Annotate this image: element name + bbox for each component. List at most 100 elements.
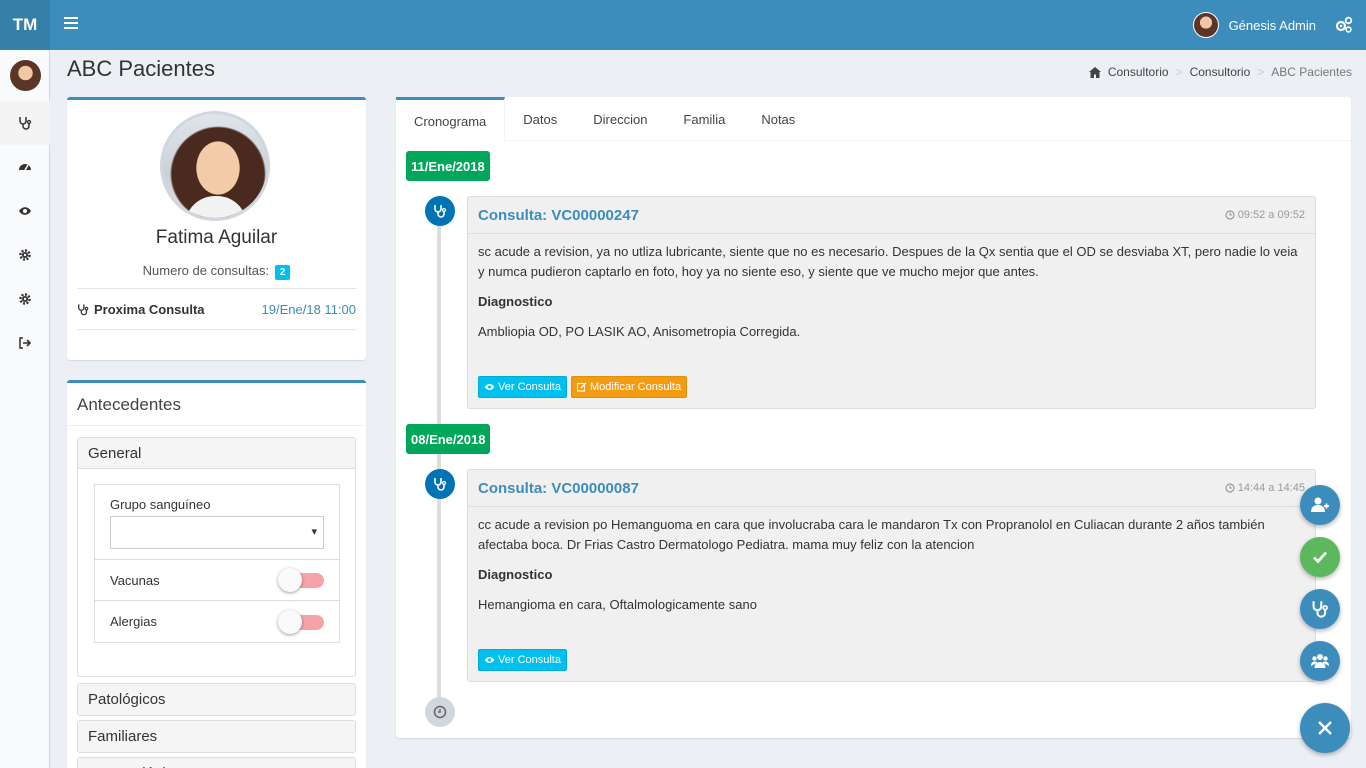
timeline-item-header: Consulta: VC00000247 09:52 a 09:52	[468, 197, 1315, 234]
eye-icon	[484, 657, 495, 663]
consult-notes: cc acude a revision po Hemanguoma en car…	[478, 517, 1265, 552]
sidebar-item-settings-2[interactable]	[0, 277, 50, 321]
app-logo[interactable]: TM	[0, 0, 50, 50]
page-title: ABC Pacientes	[67, 56, 215, 81]
diagnostico-text: Ambliopia OD, PO LASIK AO, Anisometropia…	[478, 324, 801, 339]
consult-count-badge: 2	[274, 265, 291, 280]
timeline-date-label: 11/Ene/2018	[406, 151, 490, 181]
timeline-item-header: Consulta: VC00000087 14:44 a 14:45	[468, 470, 1315, 507]
diagnostico-label: Diagnostico	[478, 567, 553, 582]
gear-icon	[19, 293, 31, 305]
new-consult-button[interactable]	[1300, 589, 1340, 629]
eye-icon	[19, 207, 31, 215]
top-header: TM Génesis Admin	[0, 0, 1366, 50]
vacunas-toggle[interactable]	[278, 568, 324, 592]
left-sidebar	[0, 50, 50, 768]
timeline-box: Cronograma Datos Direccion Familia Notas…	[396, 97, 1351, 738]
close-menu-button[interactable]	[1300, 703, 1350, 753]
tab-datos[interactable]: Datos	[505, 97, 575, 141]
blood-group-select[interactable]	[110, 516, 324, 549]
blood-group-label: Grupo sanguíneo	[110, 497, 211, 512]
consult-title[interactable]: Consulta: VC00000247	[478, 207, 639, 224]
check-icon	[1313, 551, 1328, 564]
breadcrumb: Consultorio > Consultorio > ABC Paciente…	[1088, 65, 1352, 79]
gears-icon[interactable]	[1334, 15, 1354, 35]
consult-count-row: Numero de consultas: 2	[67, 263, 366, 280]
timeline-stethoscope-icon	[425, 469, 455, 499]
eye-icon	[484, 384, 495, 390]
add-user-icon	[1311, 497, 1329, 512]
menu-toggle-icon[interactable]	[64, 17, 78, 29]
ver-consulta-button[interactable]: Ver Consulta	[478, 376, 567, 398]
sidebar-item-dashboard[interactable]	[0, 145, 50, 189]
general-fields: Grupo sanguíneo Vacunas Alergias	[94, 484, 340, 643]
alergias-label: Alergias	[110, 614, 157, 629]
panel-familiares-header[interactable]: Familiares	[78, 721, 355, 752]
antecedentes-title: Antecedentes	[77, 395, 181, 414]
vacunas-label: Vacunas	[110, 572, 160, 588]
tab-bar: Cronograma Datos Direccion Familia Notas	[396, 97, 1351, 142]
timeline-stethoscope-icon	[425, 196, 455, 226]
timeline-item: Consulta: VC00000087 14:44 a 14:45 cc ac…	[467, 469, 1316, 682]
sidebar-item-settings-1[interactable]	[0, 233, 50, 277]
tab-familia[interactable]: Familia	[665, 97, 743, 141]
alergias-toggle[interactable]	[278, 609, 324, 634]
breadcrumb-separator: >	[1175, 65, 1183, 79]
stethoscope-icon	[78, 303, 89, 315]
edit-icon	[576, 382, 587, 392]
next-consult-value[interactable]: 19/Ene/18 11:00	[262, 302, 356, 317]
consult-time: 14:44 a 14:45	[1225, 482, 1305, 494]
timeline-item-footer: Ver Consulta	[478, 649, 567, 671]
timeline-item-body: sc acude a revision, ya no utliza lubric…	[468, 234, 1315, 342]
breadcrumb-current: ABC Pacientes	[1271, 65, 1352, 79]
timeline-item-footer: Ver Consulta Modificar Consulta	[478, 376, 688, 398]
panel-familiares: Familiares	[77, 720, 356, 753]
ver-consulta-button[interactable]: Ver Consulta	[478, 649, 567, 671]
user-menu[interactable]: Génesis Admin	[1192, 0, 1316, 50]
panel-general: General Grupo sanguíneo Vacunas Alergias	[77, 437, 356, 677]
tab-notas[interactable]: Notas	[743, 97, 813, 141]
modificar-consulta-button[interactable]: Modificar Consulta	[570, 376, 688, 398]
gear-icon	[19, 249, 31, 261]
sign-out-icon	[19, 337, 32, 349]
tab-cronograma[interactable]: Cronograma	[396, 97, 506, 142]
users-icon	[1311, 654, 1329, 668]
clock-icon	[433, 705, 447, 719]
clock-icon	[1225, 483, 1235, 493]
consult-time-text: 09:52 a 09:52	[1237, 209, 1305, 221]
user-avatar	[1192, 12, 1219, 38]
consult-time: 09:52 a 09:52	[1225, 209, 1305, 221]
consult-title[interactable]: Consulta: VC00000087	[478, 480, 639, 497]
timeline-end-clock-icon	[425, 697, 455, 727]
confirm-button[interactable]	[1300, 537, 1340, 577]
breadcrumb-item[interactable]: Consultorio	[1190, 65, 1251, 79]
antecedentes-box: Antecedentes General Grupo sanguíneo Vac…	[67, 380, 366, 768]
panel-no-patologicos: No Patológicos	[77, 757, 356, 768]
panel-no-patologicos-header[interactable]: No Patológicos	[78, 758, 355, 768]
stethoscope-icon	[434, 205, 447, 218]
stethoscope-icon	[1312, 601, 1328, 618]
profile-box: Fatima Aguilar Numero de consultas: 2 Pr…	[67, 97, 366, 360]
sidebar-item-logout[interactable]	[0, 321, 50, 365]
user-name: Génesis Admin	[1228, 17, 1316, 33]
sidebar-item-view[interactable]	[0, 189, 50, 233]
panel-patologicos-header[interactable]: Patológicos	[78, 684, 355, 715]
blood-group-field: Grupo sanguíneo	[95, 485, 339, 560]
panel-general-header[interactable]: General	[78, 438, 355, 469]
patient-photo	[160, 111, 270, 221]
add-patient-button[interactable]	[1300, 485, 1340, 525]
modificar-consulta-label: Modificar Consulta	[589, 381, 682, 393]
close-icon	[1318, 721, 1332, 735]
patients-list-button[interactable]	[1300, 641, 1340, 681]
next-consult-row: Proxima Consulta 19/Ene/18 11:00	[77, 288, 356, 330]
tab-direccion[interactable]: Direccion	[575, 97, 665, 141]
timeline-date-label: 08/Ene/2018	[406, 424, 491, 454]
sidebar-item-consultorio[interactable]	[0, 101, 50, 145]
diagnostico-text: Hemangioma en cara, Oftalmologicamente s…	[478, 597, 757, 612]
consult-time-text: 14:44 a 14:45	[1237, 482, 1305, 494]
next-consult-label: Proxima Consulta	[94, 301, 205, 317]
sidebar-avatar[interactable]	[10, 60, 41, 91]
stethoscope-icon	[434, 478, 447, 491]
breadcrumb-item[interactable]: Consultorio	[1108, 65, 1169, 79]
consult-notes: sc acude a revision, ya no utliza lubric…	[478, 244, 1298, 279]
